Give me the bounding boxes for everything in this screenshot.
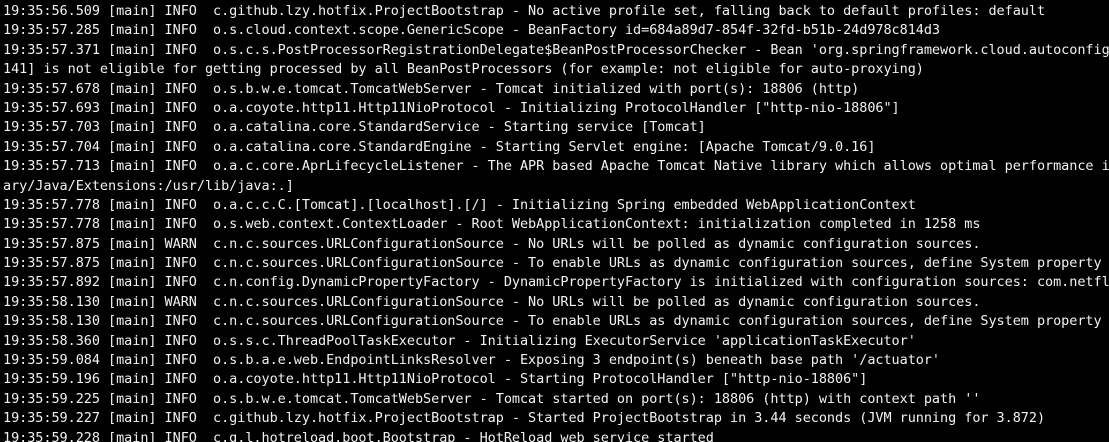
log-line: 141] is not eligible for getting process… bbox=[3, 61, 924, 78]
log-line: 19:35:57.875 [main] INFO c.n.c.sources.U… bbox=[3, 255, 1109, 272]
log-line: 19:35:57.704 [main] INFO o.a.catalina.co… bbox=[3, 138, 876, 155]
log-line: 19:35:58.130 [main] WARN c.n.c.sources.U… bbox=[3, 293, 981, 310]
log-line: 19:35:57.371 [main] INFO o.s.c.s.PostPro… bbox=[3, 41, 1109, 58]
log-line: 19:35:58.130 [main] INFO c.n.c.sources.U… bbox=[3, 313, 1109, 330]
log-line: 19:35:57.285 [main] INFO o.s.cloud.conte… bbox=[3, 22, 941, 39]
log-line: 19:35:57.892 [main] INFO c.n.config.Dyna… bbox=[3, 274, 1109, 291]
log-line: 19:35:57.713 [main] INFO o.a.c.core.AprL… bbox=[3, 158, 1109, 175]
log-line: 19:35:57.703 [main] INFO o.a.catalina.co… bbox=[3, 119, 706, 136]
log-line: 19:35:59.225 [main] INFO o.s.b.w.e.tomca… bbox=[3, 390, 981, 407]
log-line: 19:35:59.196 [main] INFO o.a.coyote.http… bbox=[3, 371, 868, 388]
log-line: 19:35:59.084 [main] INFO o.s.b.a.e.web.E… bbox=[3, 352, 941, 369]
log-line: 19:35:59.227 [main] INFO c.github.lzy.ho… bbox=[3, 410, 1046, 427]
terminal-window[interactable]: 19:35:56.509 [main] INFO c.github.lzy.ho… bbox=[0, 0, 1109, 442]
log-line: 19:35:57.693 [main] INFO o.a.coyote.http… bbox=[3, 99, 900, 116]
log-line: 19:35:57.778 [main] INFO o.a.c.c.C.[Tomc… bbox=[3, 196, 916, 213]
log-line: 19:35:57.875 [main] WARN c.n.c.sources.U… bbox=[3, 235, 981, 252]
log-line: 19:35:56.509 [main] INFO c.github.lzy.ho… bbox=[3, 3, 1046, 19]
log-line: 19:35:57.678 [main] INFO o.s.b.w.e.tomca… bbox=[3, 80, 860, 97]
log-line: 19:35:58.360 [main] INFO o.s.s.c.ThreadP… bbox=[3, 332, 916, 349]
log-line: ary/Java/Extensions:/usr/lib/java:.] bbox=[3, 177, 294, 194]
log-output: 19:35:56.509 [main] INFO c.github.lzy.ho… bbox=[3, 2, 1109, 442]
log-line: 19:35:57.778 [main] INFO o.s.web.context… bbox=[3, 216, 981, 233]
log-line: 19:35:59.228 [main] INFO c.g.l.hotreload… bbox=[3, 429, 714, 442]
